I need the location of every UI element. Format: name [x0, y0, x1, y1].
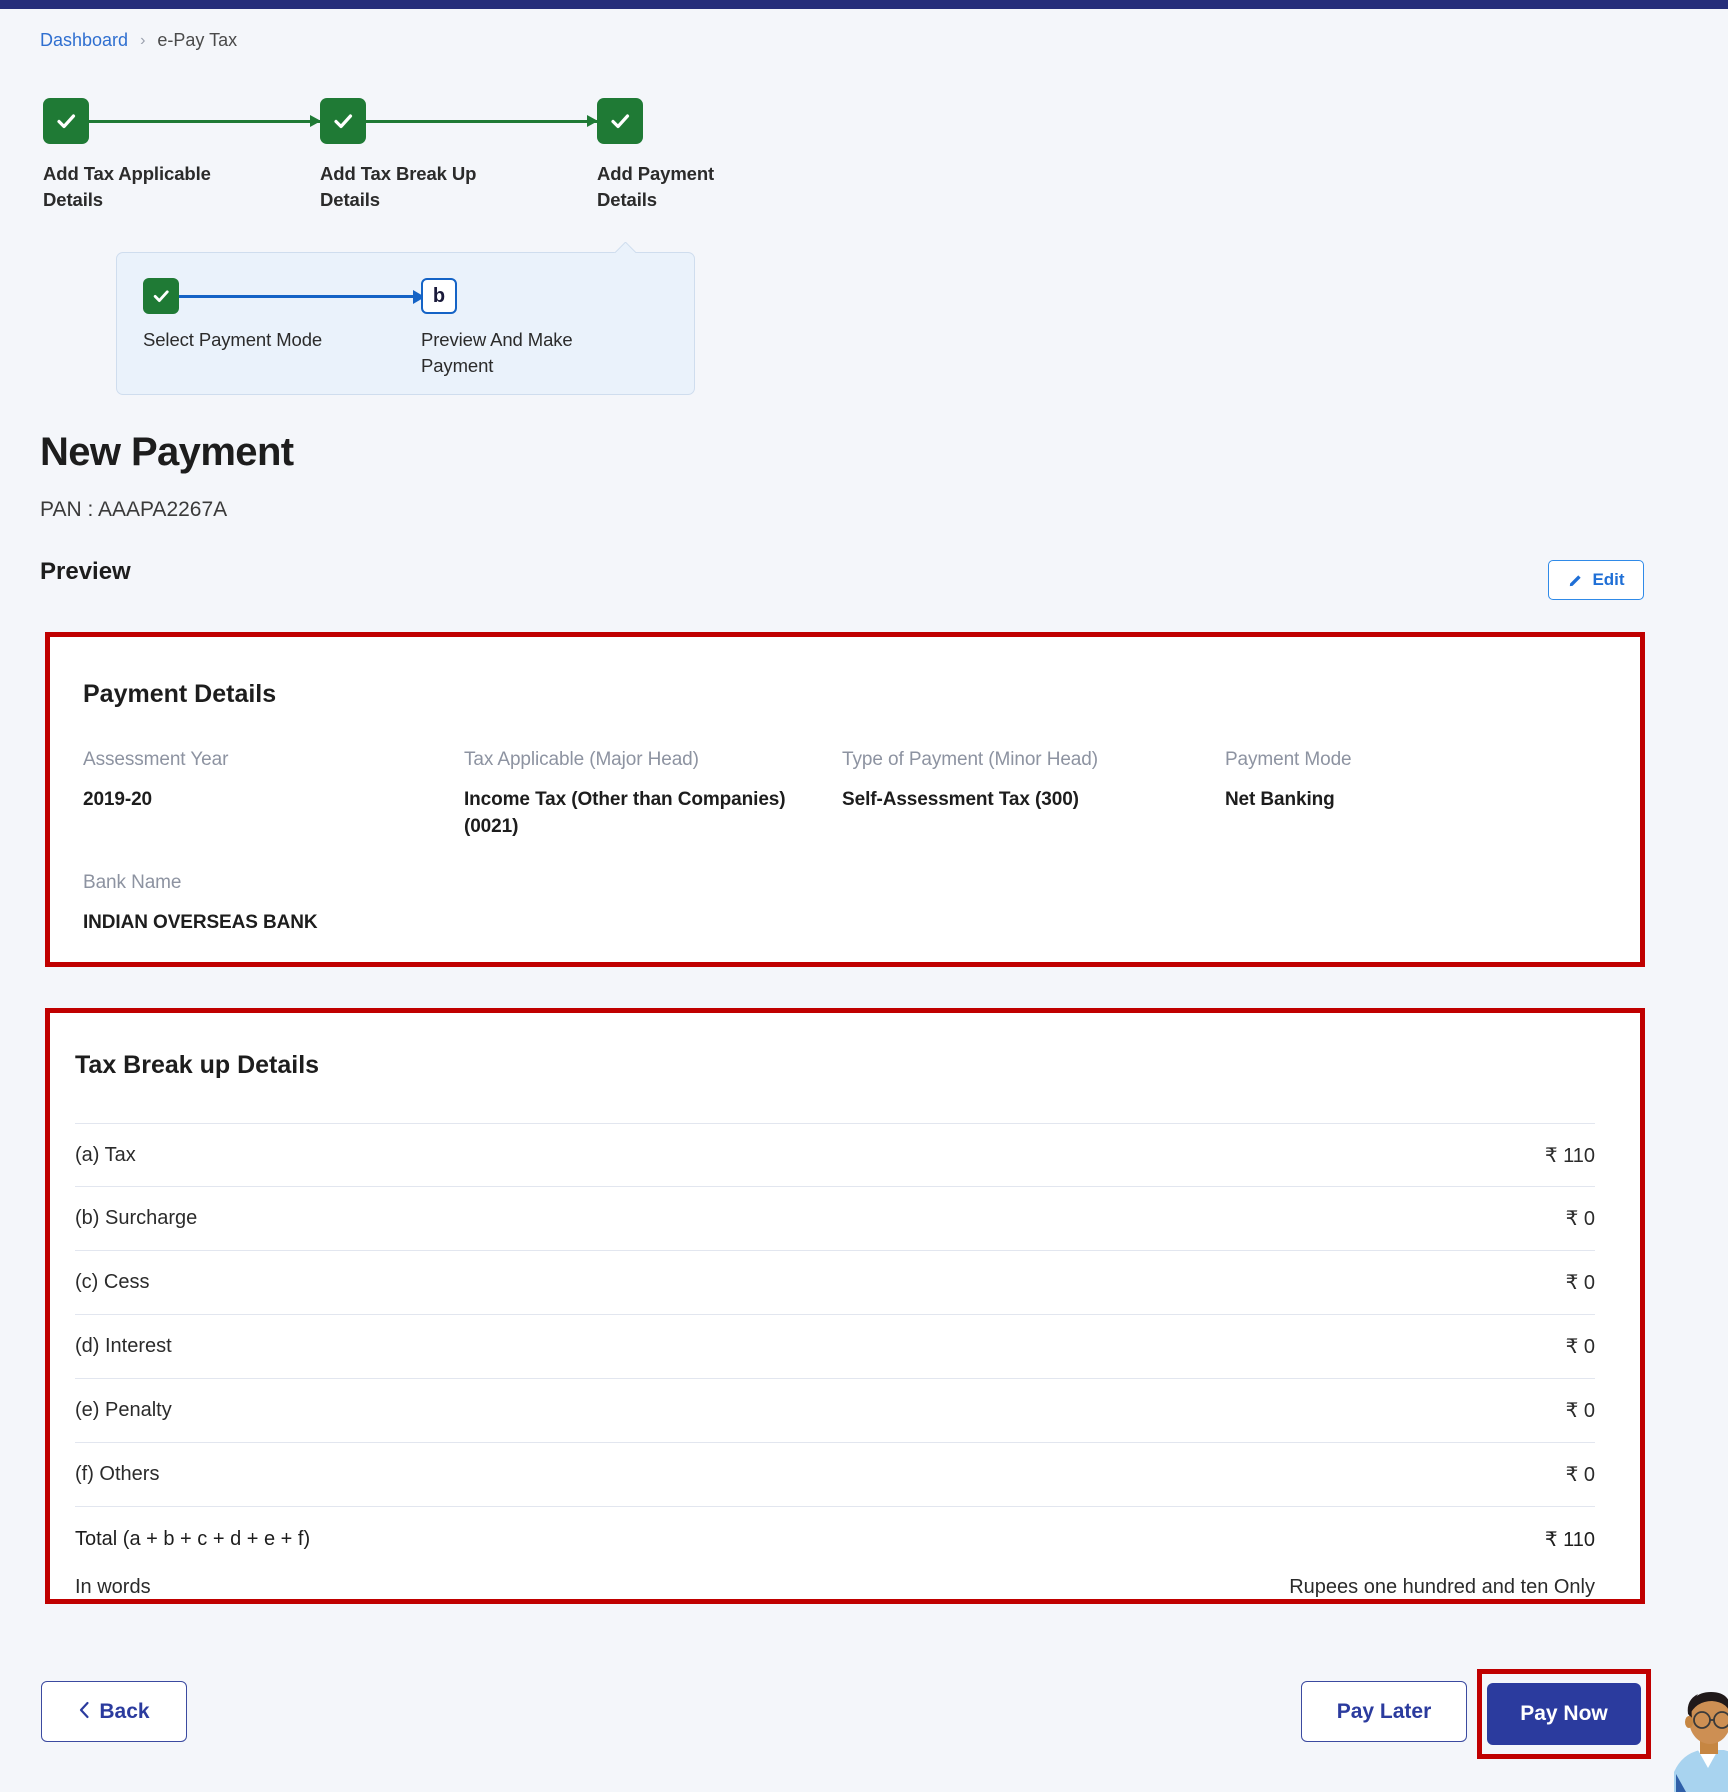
breadcrumb-current: e-Pay Tax [157, 30, 237, 51]
avatar-illustration-icon [1672, 1684, 1728, 1792]
field-label: Tax Applicable (Major Head) [464, 749, 842, 771]
chat-assistant-avatar[interactable] [1672, 1684, 1728, 1792]
row-amount: ₹ 0 [1566, 1462, 1595, 1487]
step-label: Add Tax Break Up Details [320, 161, 495, 214]
total-amount: ₹ 110 [1545, 1527, 1595, 1552]
total-row: Total (a + b + c + d + e + f) ₹ 110 [75, 1507, 1595, 1565]
in-words-label: In words [75, 1576, 151, 1599]
back-button-label: Back [99, 1700, 149, 1724]
edit-button-label: Edit [1592, 570, 1624, 590]
row-label: (a) Tax [75, 1144, 136, 1167]
row-amount: ₹ 0 [1566, 1334, 1595, 1359]
field-bank-name: Bank Name INDIAN OVERSEAS BANK [83, 872, 317, 937]
sub-step-label: Select Payment Mode [143, 327, 333, 353]
sub-step-label: Preview And Make Payment [421, 327, 611, 380]
row-amount: ₹ 0 [1566, 1398, 1595, 1423]
field-type-of-payment-minor-head: Type of Payment (Minor Head) Self-Assess… [842, 749, 1225, 841]
tax-break-up-card: Tax Break up Details (a) Tax ₹ 110 (b) S… [45, 1008, 1645, 1604]
table-row: (c) Cess ₹ 0 [75, 1251, 1595, 1315]
step-status-box [320, 98, 366, 144]
back-button[interactable]: Back [41, 1681, 187, 1742]
stepper-connector-1 [89, 120, 320, 123]
field-label: Payment Mode [1225, 749, 1603, 771]
field-value: 2019-20 [83, 787, 413, 814]
in-words-row: In words Rupees one hundred and ten Only [75, 1565, 1595, 1609]
sub-step-select-payment-mode[interactable]: Select Payment Mode [143, 278, 343, 353]
payment-details-title: Payment Details [83, 680, 276, 709]
breadcrumb-dashboard-link[interactable]: Dashboard [40, 30, 128, 51]
table-row: (e) Penalty ₹ 0 [75, 1379, 1595, 1443]
field-value: INDIAN OVERSEAS BANK [83, 910, 317, 937]
total-label: Total (a + b + c + d + e + f) [75, 1528, 310, 1551]
sub-step-preview-and-make-payment[interactable]: b Preview And Make Payment [421, 278, 621, 380]
in-words-value: Rupees one hundred and ten Only [1289, 1576, 1595, 1599]
step-add-tax-break-up-details[interactable]: Add Tax Break Up Details [320, 98, 510, 214]
panel-pointer-notch [614, 242, 636, 253]
field-value: Income Tax (Other than Companies) (0021) [464, 787, 794, 841]
table-row: (d) Interest ₹ 0 [75, 1315, 1595, 1379]
row-label: (c) Cess [75, 1271, 149, 1294]
payment-details-grid: Assessment Year 2019-20 Tax Applicable (… [83, 749, 1603, 841]
sub-stepper-connector [179, 295, 424, 298]
sub-stepper-panel: Select Payment Mode b Preview And Make P… [116, 252, 695, 395]
check-icon [331, 109, 355, 133]
table-row: (b) Surcharge ₹ 0 [75, 1187, 1595, 1251]
top-navy-bar [0, 0, 1728, 9]
epay-tax-page: Dashboard › e-Pay Tax Add Tax Applicable… [0, 0, 1728, 1792]
pencil-icon [1567, 572, 1584, 589]
step-label: Add Tax Applicable Details [43, 161, 218, 214]
step-add-payment-details[interactable]: Add Payment Details [597, 98, 787, 214]
pay-now-highlight: Pay Now [1477, 1669, 1651, 1759]
row-amount: ₹ 0 [1566, 1206, 1595, 1231]
field-tax-applicable-major-head: Tax Applicable (Major Head) Income Tax (… [464, 749, 842, 841]
edit-button[interactable]: Edit [1548, 560, 1644, 600]
tax-break-up-title: Tax Break up Details [75, 1051, 319, 1080]
pay-now-button[interactable]: Pay Now [1487, 1683, 1641, 1745]
field-assessment-year: Assessment Year 2019-20 [83, 749, 464, 841]
step-label: Add Payment Details [597, 161, 772, 214]
row-label: (d) Interest [75, 1335, 172, 1358]
step-status-box [43, 98, 89, 144]
chevron-left-icon [78, 1701, 90, 1723]
field-payment-mode: Payment Mode Net Banking [1225, 749, 1603, 841]
field-label: Type of Payment (Minor Head) [842, 749, 1225, 771]
row-label: (e) Penalty [75, 1399, 172, 1422]
step-add-tax-applicable-details[interactable]: Add Tax Applicable Details [43, 98, 233, 214]
pay-later-button-label: Pay Later [1337, 1700, 1432, 1724]
field-label: Bank Name [83, 872, 317, 894]
preview-heading: Preview [40, 558, 131, 586]
check-icon [151, 286, 171, 306]
stepper-connector-2 [366, 120, 597, 123]
tax-break-up-rows: (a) Tax ₹ 110 (b) Surcharge ₹ 0 (c) Cess… [75, 1123, 1595, 1609]
check-icon [54, 109, 78, 133]
pan-value: PAN : AAAPA2267A [40, 498, 227, 522]
row-label: (b) Surcharge [75, 1207, 197, 1230]
main-stepper: Add Tax Applicable Details Add Tax Break… [43, 98, 703, 218]
field-label: Assessment Year [83, 749, 464, 771]
table-row: (f) Others ₹ 0 [75, 1443, 1595, 1507]
payment-details-card: Payment Details Assessment Year 2019-20 … [45, 632, 1645, 967]
row-label: (f) Others [75, 1463, 159, 1486]
field-value: Net Banking [1225, 787, 1555, 814]
sub-step-status-box [143, 278, 179, 314]
row-amount: ₹ 110 [1545, 1143, 1595, 1168]
page-title: New Payment [40, 430, 294, 475]
breadcrumb: Dashboard › e-Pay Tax [40, 30, 237, 51]
sub-step-status-box: b [421, 278, 457, 314]
row-amount: ₹ 0 [1566, 1270, 1595, 1295]
table-row: (a) Tax ₹ 110 [75, 1123, 1595, 1187]
step-status-box [597, 98, 643, 144]
check-icon [608, 109, 632, 133]
pay-later-button[interactable]: Pay Later [1301, 1681, 1467, 1742]
field-value: Self-Assessment Tax (300) [842, 787, 1172, 814]
breadcrumb-separator-icon: › [140, 32, 145, 50]
